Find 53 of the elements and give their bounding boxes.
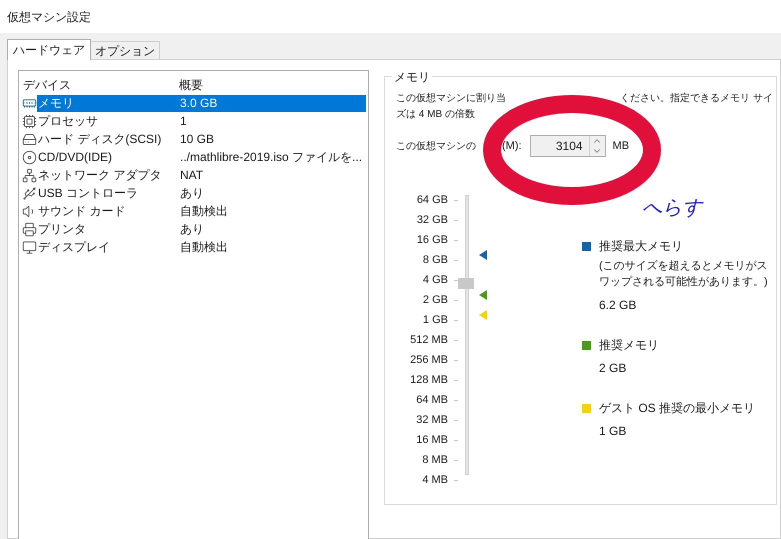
column-header[interactable]: 概要: [177, 76, 203, 94]
device-row[interactable]: CD/DVD(IDE) ../mathlibre-2019.iso ファイルを...: [37, 148, 366, 166]
legend-value: 2 GB: [599, 360, 628, 377]
tick-label: 128 MB: [410, 372, 448, 388]
usb-icon: [22, 186, 37, 200]
unit-label: MB: [612, 138, 630, 154]
description-text: ください。指定できるメモリ サイ: [620, 92, 773, 106]
tick-label: 32 GB: [416, 212, 448, 228]
tick-label: 8 MB: [422, 452, 448, 468]
handwritten-note: へらす: [642, 194, 702, 221]
memory-spin-field[interactable]: 3104: [530, 135, 606, 157]
device-row[interactable]: プロセッサ 1: [37, 112, 366, 130]
chip-icon: [22, 114, 37, 128]
tick-label: 8 GB: [422, 252, 448, 268]
tick-label: 64 GB: [416, 192, 448, 208]
description-text: この仮想マシンに割り当: [396, 92, 506, 106]
legend-title: 推奨最大メモリ: [599, 238, 683, 255]
field-label: (M):: [502, 138, 522, 154]
window-title: 仮想マシン設定: [7, 8, 91, 26]
tick-label: 1 GB: [422, 312, 448, 328]
tab[interactable]: オプション: [91, 41, 160, 59]
network-icon: [22, 168, 37, 182]
description-text: ズは 4 MB の倍数: [396, 108, 476, 122]
printer-icon: [22, 222, 37, 236]
legend-title: 推奨メモリ: [599, 337, 659, 354]
tick-label: 64 MB: [416, 392, 448, 408]
legend-value: 6.2 GB: [599, 297, 638, 314]
tick-label: 2 GB: [422, 292, 448, 308]
device-row[interactable]: USB コントローラ あり: [37, 184, 366, 202]
hard-drive-icon: [22, 132, 37, 146]
memory-slider[interactable]: [458, 195, 488, 475]
device-row[interactable]: ネットワーク アダプタ NAT: [37, 166, 366, 184]
field-label: この仮想マシンの: [396, 140, 477, 154]
device-row[interactable]: ハード ディスク(SCSI) 10 GB: [37, 130, 366, 148]
device-row[interactable]: メモリ 3.0 GB: [37, 94, 366, 112]
slider-thumb[interactable]: [458, 278, 474, 289]
tab[interactable]: ハードウェア: [7, 39, 91, 60]
legend-title: ゲスト OS 推奨の最小メモリ: [599, 400, 756, 417]
column-header[interactable]: デバイス: [19, 76, 177, 94]
monitor-icon: [22, 240, 37, 254]
tick-label: 16 MB: [416, 432, 448, 448]
device-row[interactable]: ディスプレイ 自動検出: [37, 238, 366, 256]
tick-label: 512 MB: [410, 332, 448, 348]
legend-note: (このサイズを超えるとメモリがスワップされる可能性があります。): [599, 259, 768, 290]
tick-label: 32 MB: [416, 412, 448, 428]
tick-label: 256 MB: [410, 352, 448, 368]
device-row[interactable]: サウンド カード 自動検出: [37, 202, 366, 220]
legend-value: 1 GB: [599, 423, 628, 440]
tick-label: 4 MB: [422, 472, 448, 488]
device-row[interactable]: プリンタ あり: [37, 220, 366, 238]
disc-icon: [22, 150, 37, 164]
tick-label: 4 GB: [422, 272, 448, 288]
tick-label: 16 GB: [416, 232, 448, 248]
